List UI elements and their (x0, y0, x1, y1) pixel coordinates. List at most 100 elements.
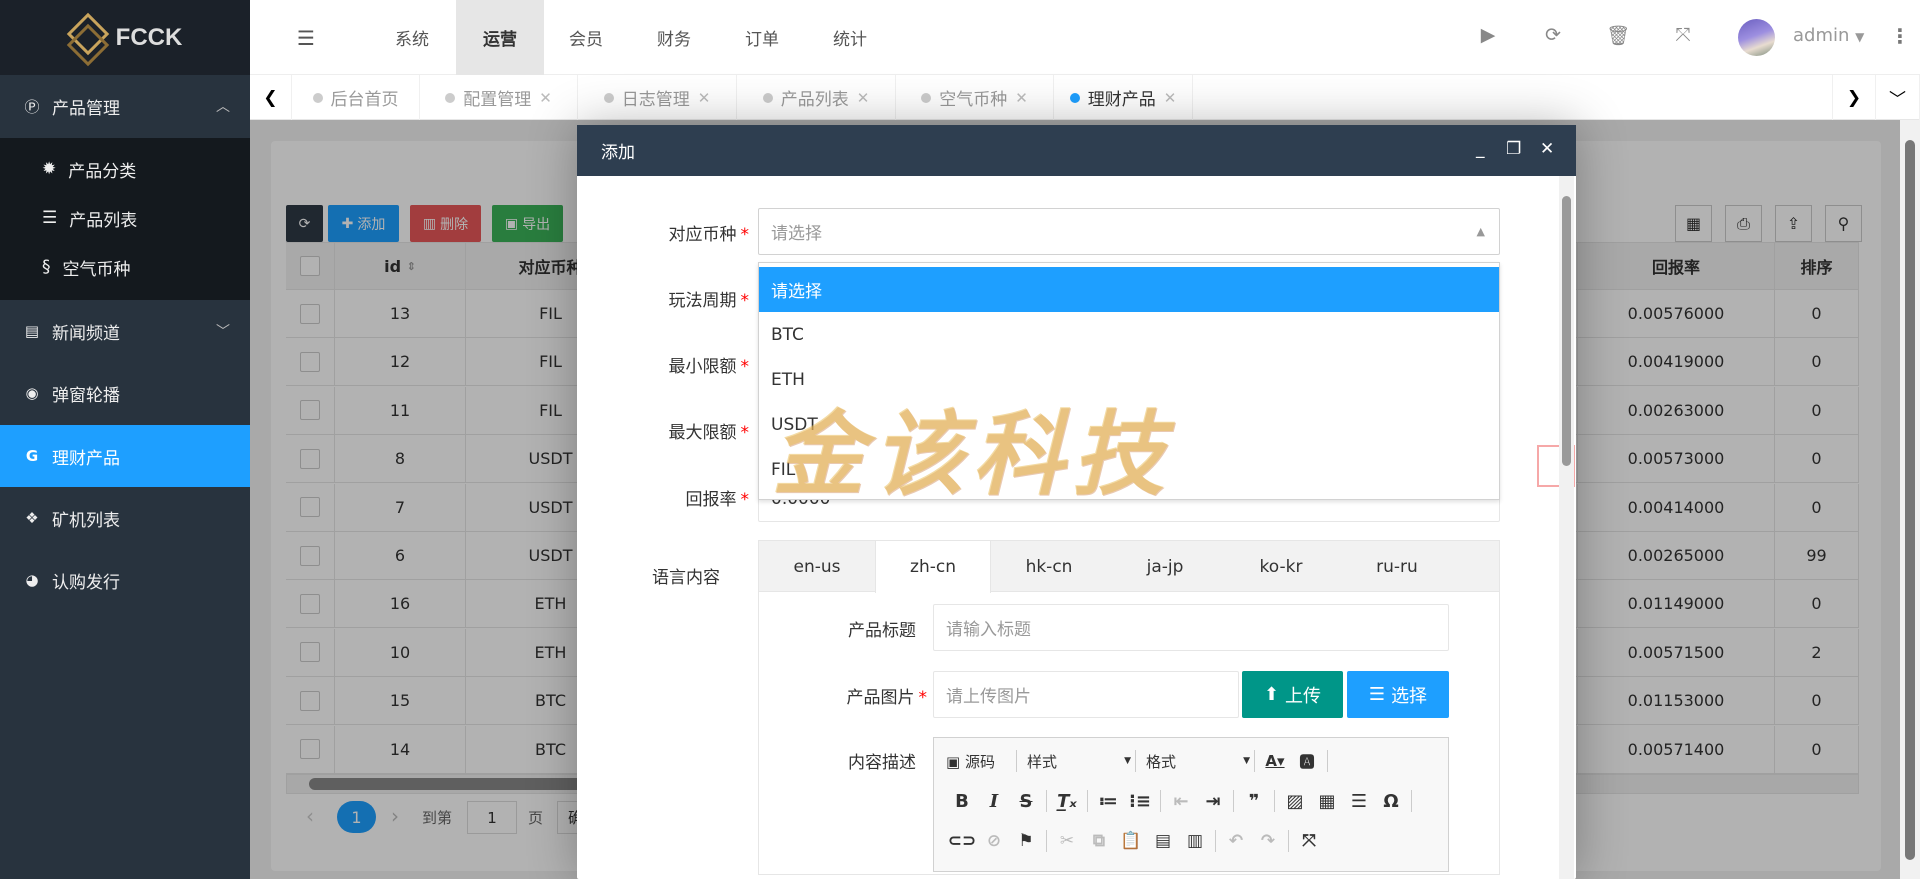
coin-select[interactable]: 请选择▲ (758, 208, 1500, 255)
close-icon[interactable]: ✕ (1164, 89, 1177, 107)
horizontal-line-icon[interactable]: ☰ (1343, 791, 1375, 812)
product-image-input[interactable]: 请上传图片 (933, 671, 1239, 718)
play-icon[interactable]: ▶ (1475, 24, 1501, 50)
table-icon[interactable]: ▦ (1311, 791, 1343, 812)
fullscreen-icon[interactable]: ⤧ (1670, 24, 1696, 50)
blockquote-icon[interactable]: ❞ (1238, 791, 1270, 812)
cut-icon[interactable]: ✂ (1051, 831, 1083, 851)
required-mark: * (919, 688, 928, 708)
tab-home[interactable]: 后台首页 (292, 75, 420, 120)
remove-format-icon[interactable]: T̲ₓ (1051, 791, 1083, 812)
sidebar-item-news[interactable]: ▤新闻频道﹀ (0, 300, 250, 362)
option-eth[interactable]: ETH (759, 357, 1499, 402)
tab-finance-product[interactable]: 理财产品 ✕ (1054, 75, 1193, 120)
close-icon[interactable]: ✕ (539, 89, 552, 107)
indent-icon[interactable]: ⇥ (1197, 791, 1229, 812)
tab-product-list[interactable]: 产品列表✕ (737, 75, 896, 120)
sidebar-item-product-category[interactable]: ✹产品分类 (0, 145, 250, 193)
product-title-input[interactable]: 请输入标题 (933, 604, 1449, 651)
sidebar-item-product-list[interactable]: ☰产品列表 (0, 194, 250, 242)
close-icon[interactable]: ✕ (1540, 139, 1554, 159)
option-placeholder[interactable]: 请选择 (759, 267, 1499, 312)
menu-statistics[interactable]: 统计 (814, 0, 886, 75)
unlink-icon[interactable]: ⊘ (978, 831, 1010, 851)
upload-button[interactable]: ⬆上传 (1242, 671, 1343, 718)
tab-zh-cn[interactable]: zh-cn (875, 541, 991, 593)
paste-icon[interactable]: 📋 (1115, 831, 1147, 851)
tab-ko-kr[interactable]: ko-kr (1223, 541, 1339, 592)
label: 日志管理 (622, 85, 690, 110)
menu-members[interactable]: 会员 (550, 0, 622, 75)
menu-orders[interactable]: 订单 (726, 0, 798, 75)
more-vertical-icon[interactable]: ⋮ (1890, 24, 1910, 48)
sidebar-item-air-coin[interactable]: §空气币种 (0, 243, 250, 291)
close-icon[interactable]: ✕ (698, 89, 711, 107)
sidebar-item-subscription[interactable]: ◕认购发行 (0, 549, 250, 611)
close-icon[interactable]: ✕ (1015, 89, 1028, 107)
label: 矿机列表 (52, 506, 120, 531)
menu-toggle-icon[interactable]: ☰ (270, 0, 342, 75)
bg-color-icon[interactable]: 🅰 (1291, 751, 1323, 772)
avatar[interactable] (1738, 19, 1775, 56)
page-scrollbar[interactable] (1900, 120, 1920, 879)
format-select[interactable]: 格式▼ (1140, 751, 1250, 772)
sidebar-item-finance-product[interactable]: G理财产品 (0, 425, 250, 487)
tab-config[interactable]: 配置管理✕ (420, 75, 578, 120)
tab-en-us[interactable]: en-us (759, 541, 875, 592)
sidebar: FCCK Ⓟ产品管理︿ ✹产品分类 ☰产品列表 §空气币种 ▤新闻频道﹀ ◉弹窗… (0, 0, 250, 879)
text-color-icon[interactable]: A▾ (1259, 752, 1291, 770)
sidebar-item-product-manage[interactable]: Ⓟ产品管理︿ (0, 75, 250, 137)
maximize-editor-icon[interactable]: ⤧ (1293, 831, 1325, 851)
maximize-icon[interactable]: ❐ (1506, 139, 1521, 159)
tab-hk-cn[interactable]: hk-cn (991, 541, 1107, 592)
sidebar-item-carousel[interactable]: ◉弹窗轮播 (0, 362, 250, 424)
numbered-list-icon[interactable]: ≔ (1092, 791, 1124, 812)
menu-finance[interactable]: 财务 (638, 0, 710, 75)
bulleted-list-icon[interactable]: ⁝≡ (1124, 791, 1156, 812)
bold-icon[interactable]: B (946, 791, 978, 812)
dialog-scrollbar[interactable] (1559, 176, 1574, 879)
dot-icon (445, 93, 455, 103)
redo-icon[interactable]: ↷ (1252, 831, 1284, 851)
required-mark: * (741, 225, 750, 245)
undo-icon[interactable]: ↶ (1220, 831, 1252, 851)
user-name[interactable]: admin ▼ (1793, 25, 1864, 46)
menu-system[interactable]: 系统 (376, 0, 448, 75)
label: 理财产品 (1088, 85, 1156, 110)
cubes-icon: ❖ (24, 509, 40, 527)
image-icon[interactable]: ▨ (1279, 791, 1311, 812)
outdent-icon[interactable]: ⇤ (1165, 791, 1197, 812)
trash-icon[interactable]: 🗑 (1605, 24, 1631, 50)
close-icon[interactable]: ✕ (857, 89, 870, 107)
anchor-flag-icon[interactable]: ⚑ (1010, 831, 1042, 851)
tab-logs[interactable]: 日志管理 ✕ (578, 75, 737, 120)
label-period: 玩法周期* (577, 286, 749, 311)
tab-scroll-right-icon[interactable]: ❯ (1832, 75, 1876, 120)
menu-operations[interactable]: 运营 (456, 0, 544, 75)
option-btc[interactable]: BTC (759, 312, 1499, 357)
option-usdt[interactable]: USDT (759, 402, 1499, 447)
italic-icon[interactable]: I (978, 791, 1010, 812)
scrollbar-thumb[interactable] (1905, 140, 1915, 860)
choose-button[interactable]: ☰选择 (1347, 671, 1449, 718)
top-header: ☰ 系统 运营 会员 财务 订单 统计 ▶ ⟳ 🗑 ⤧ admin ▼ ⋮ (250, 0, 1920, 75)
strikethrough-icon[interactable]: S (1010, 791, 1042, 812)
tab-ja-jp[interactable]: ja-jp (1107, 541, 1223, 592)
tab-air-coin[interactable]: 空气币种✕ (896, 75, 1054, 120)
label-lang: 语言内容 (652, 563, 752, 588)
paste-text-icon[interactable]: ▤ (1147, 831, 1179, 851)
option-fil[interactable]: FIL (759, 447, 1499, 492)
special-char-icon[interactable]: Ω (1375, 791, 1407, 812)
refresh-icon[interactable]: ⟳ (1540, 24, 1566, 50)
tab-scroll-left-icon[interactable]: ❮ (250, 75, 292, 120)
tab-dropdown-icon[interactable]: ﹀ (1876, 75, 1920, 120)
tab-ru-ru[interactable]: ru-ru (1339, 541, 1455, 592)
scrollbar-thumb[interactable] (1562, 196, 1571, 466)
style-select[interactable]: 样式▼ (1021, 751, 1131, 772)
minimize-icon[interactable]: _ (1476, 139, 1485, 159)
copy-icon[interactable]: ⧉ (1083, 831, 1115, 851)
sidebar-item-miners[interactable]: ❖ 矿机列表 (0, 487, 250, 549)
link-icon[interactable]: ⊂⊃ (946, 831, 978, 851)
paste-word-icon[interactable]: ▥ (1179, 831, 1211, 851)
source-button[interactable]: ▣ 源码 (946, 751, 1012, 772)
